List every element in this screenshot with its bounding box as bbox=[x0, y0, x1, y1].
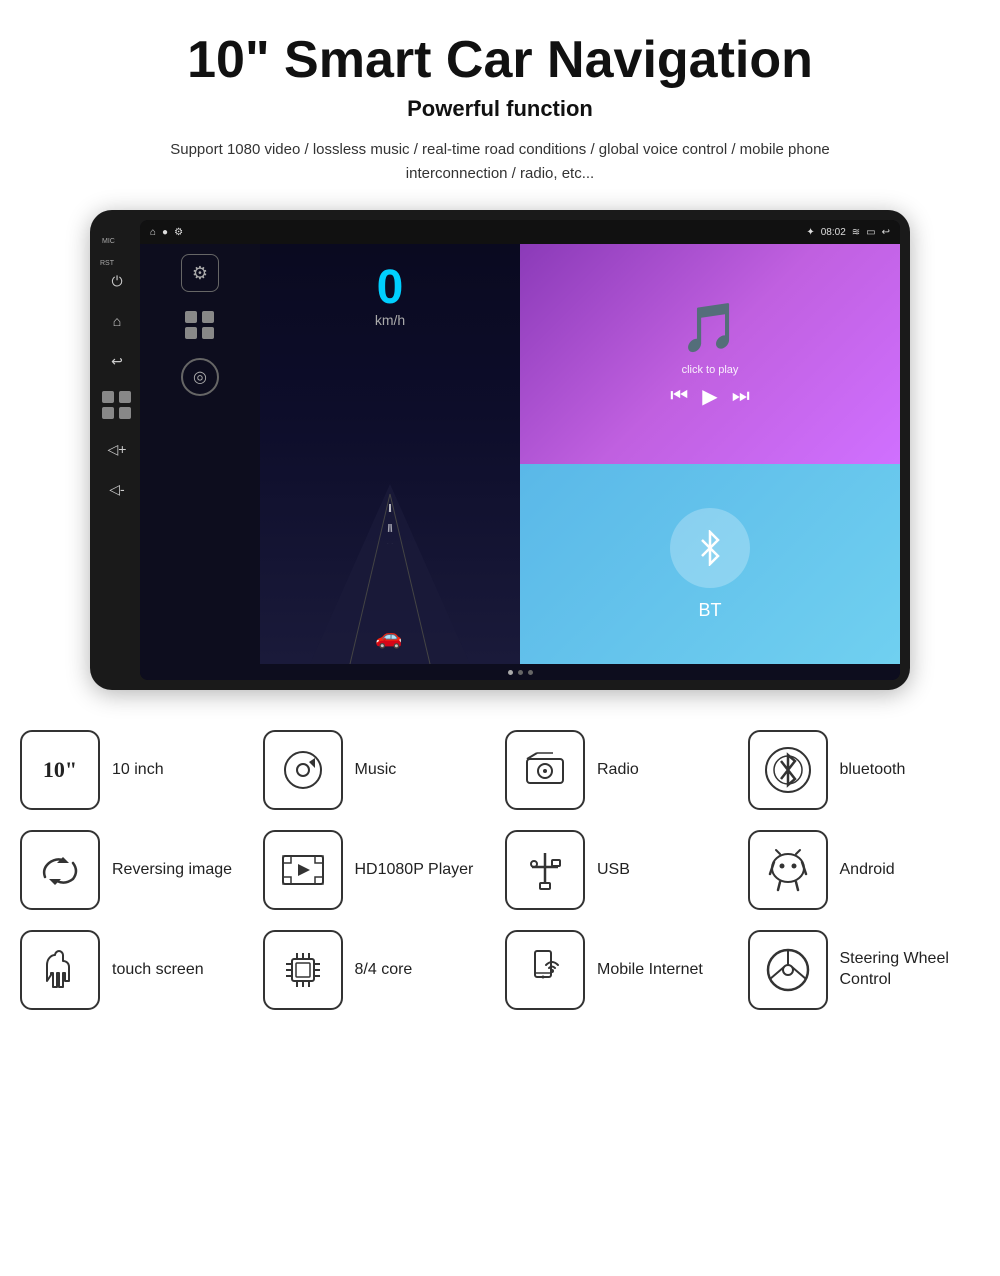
main-title: 10" Smart Car Navigation bbox=[187, 30, 813, 90]
apps-nav-icon[interactable] bbox=[185, 310, 215, 340]
signal-icon: ≋ bbox=[852, 227, 860, 238]
vol-down-button[interactable]: ◁- bbox=[106, 478, 128, 500]
speed-unit: km/h bbox=[375, 312, 405, 328]
feature-icon-bluetooth bbox=[748, 730, 828, 810]
chip-icon bbox=[280, 947, 326, 993]
feature-label-reversing: Reversing image bbox=[112, 860, 232, 881]
settings-status-icon: ⚙ bbox=[174, 227, 183, 238]
bt-panel[interactable]: BT bbox=[520, 464, 900, 664]
music-cd-icon bbox=[281, 748, 325, 792]
feature-icon-android bbox=[748, 830, 828, 910]
dot-1 bbox=[508, 670, 513, 675]
play-button[interactable]: ▶ bbox=[702, 384, 717, 409]
feature-label-mobile: Mobile Internet bbox=[597, 960, 703, 981]
feature-icon-mobile bbox=[505, 930, 585, 1010]
compass-nav-icon[interactable]: ◎ bbox=[181, 358, 219, 396]
svg-text:🚗: 🚗 bbox=[375, 624, 402, 649]
touch-icon bbox=[37, 945, 83, 995]
feature-android: Android bbox=[748, 830, 981, 910]
feature-label-bluetooth: bluetooth bbox=[840, 760, 906, 781]
nav-panel: ⚙ ◎ bbox=[140, 244, 260, 664]
feature-usb: USB bbox=[505, 830, 738, 910]
feature-core: 8/4 core bbox=[263, 930, 496, 1010]
back-status-icon: ↩ bbox=[882, 227, 890, 238]
feature-label-music: Music bbox=[355, 760, 397, 781]
reversing-icon bbox=[37, 849, 83, 891]
dot-2 bbox=[518, 670, 523, 675]
feature-label-usb: USB bbox=[597, 860, 630, 881]
feature-icon-size: 10" bbox=[20, 730, 100, 810]
feature-steering: Steering Wheel Control bbox=[748, 930, 981, 1010]
description: Support 1080 video / lossless music / re… bbox=[150, 138, 850, 186]
music-note-icon: 🎵 bbox=[680, 299, 740, 356]
feature-icon-steering bbox=[748, 930, 828, 1010]
speed-panel: 0 km/h 🚗 bbox=[260, 244, 520, 664]
feature-player: HD1080P Player bbox=[263, 830, 496, 910]
feature-icon-music bbox=[263, 730, 343, 810]
dot-3 bbox=[528, 670, 533, 675]
feature-label-steering: Steering Wheel Control bbox=[840, 949, 981, 991]
right-panels: 🎵 click to play ⏮ ▶ ⏭ bbox=[520, 244, 900, 664]
back-button[interactable]: ↩ bbox=[106, 350, 128, 372]
home-button[interactable]: ⌂ bbox=[106, 310, 128, 332]
bt-circle-icon bbox=[670, 508, 750, 588]
mobile-internet-icon bbox=[520, 945, 570, 995]
steering-wheel-icon bbox=[763, 945, 813, 995]
feature-mobile: Mobile Internet bbox=[505, 930, 738, 1010]
road-visual: 🚗 bbox=[260, 484, 520, 664]
home-status-icon: ⌂ bbox=[150, 227, 156, 238]
feature-touch: touch screen bbox=[20, 930, 253, 1010]
feature-label-android: Android bbox=[840, 860, 895, 881]
bluetooth-box-icon bbox=[761, 743, 815, 797]
info-icon: ● bbox=[162, 227, 168, 238]
click-to-play-label: click to play bbox=[682, 364, 739, 376]
screen: ⌂ ● ⚙ ✦ 08:02 ≋ ▭ ↩ ⚙ bbox=[140, 220, 900, 680]
radio-icon bbox=[523, 751, 567, 789]
screen-dots bbox=[140, 664, 900, 680]
power-button[interactable]: ⏻ bbox=[106, 270, 128, 292]
screen-content: ⚙ ◎ 0 km/h bbox=[140, 244, 900, 664]
status-left: ⌂ ● ⚙ bbox=[150, 227, 183, 238]
bluetooth-status-icon: ✦ bbox=[806, 227, 814, 238]
feature-label-touch: touch screen bbox=[112, 960, 204, 981]
time-display: 08:02 bbox=[821, 227, 846, 238]
feature-icon-player bbox=[263, 830, 343, 910]
feature-icon-radio bbox=[505, 730, 585, 810]
feature-label-core: 8/4 core bbox=[355, 960, 413, 981]
feature-bluetooth: bluetooth bbox=[748, 730, 981, 810]
feature-radio: Radio bbox=[505, 730, 738, 810]
device-image: MIC RST ⏻ ⌂ ↩ ◁+ ◁- ⌂ ● ⚙ ✦ 08:02 ≋ ▭ bbox=[90, 210, 910, 690]
feature-reversing: Reversing image bbox=[20, 830, 253, 910]
status-bar: ⌂ ● ⚙ ✦ 08:02 ≋ ▭ ↩ bbox=[140, 220, 900, 244]
status-right: ✦ 08:02 ≋ ▭ ↩ bbox=[806, 227, 890, 238]
features-grid: 10" 10 inch Music Radio bbox=[20, 730, 980, 1010]
feature-icon-touch bbox=[20, 930, 100, 1010]
feature-icon-usb bbox=[505, 830, 585, 910]
usb-icon bbox=[522, 847, 568, 893]
feature-size: 10" 10 inch bbox=[20, 730, 253, 810]
feature-icon-core bbox=[263, 930, 343, 1010]
music-panel[interactable]: 🎵 click to play ⏮ ▶ ⏭ bbox=[520, 244, 900, 464]
feature-icon-reversing bbox=[20, 830, 100, 910]
music-controls[interactable]: ⏮ ▶ ⏭ bbox=[670, 384, 749, 409]
screen-icon: ▭ bbox=[866, 227, 875, 238]
android-icon bbox=[766, 846, 810, 894]
feature-label-player: HD1080P Player bbox=[355, 860, 474, 881]
mic-label: MIC bbox=[102, 238, 115, 245]
rst-label: RST bbox=[100, 260, 114, 267]
sub-title: Powerful function bbox=[407, 96, 593, 122]
vol-up-button[interactable]: ◁+ bbox=[106, 438, 128, 460]
feature-label-radio: Radio bbox=[597, 760, 639, 781]
next-button[interactable]: ⏭ bbox=[732, 385, 750, 408]
film-icon bbox=[280, 850, 326, 890]
side-buttons: ⏻ ⌂ ↩ ◁+ ◁- bbox=[102, 270, 132, 500]
feature-label-size: 10 inch bbox=[112, 760, 164, 781]
speed-value: 0 bbox=[377, 264, 404, 312]
settings-nav-icon[interactable]: ⚙ bbox=[181, 254, 219, 292]
prev-button[interactable]: ⏮ bbox=[670, 385, 688, 408]
apps-button[interactable] bbox=[102, 390, 132, 420]
feature-music: Music bbox=[263, 730, 496, 810]
bt-label: BT bbox=[698, 600, 721, 621]
